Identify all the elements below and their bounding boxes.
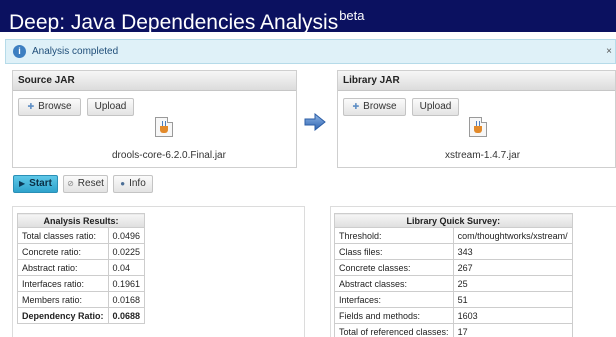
analysis-results-section: Analysis Results: Total classes ratio: 0.… — [12, 206, 305, 337]
info-icon: i — [13, 45, 26, 58]
start-button[interactable]: ▶ Start — [13, 175, 58, 193]
beta-badge: beta — [339, 8, 365, 23]
info-button[interactable]: ● Info — [113, 175, 153, 193]
library-file-name: xstream-1.4.7.jar — [445, 150, 521, 161]
source-panel-title: Source JAR — [13, 71, 296, 91]
library-upload-label: Upload — [419, 101, 452, 112]
library-panel-title: Library JAR — [338, 71, 615, 91]
status-notice: i Analysis completed × — [5, 39, 616, 64]
library-survey-table: Library Quick Survey: Threshold: com/thou… — [334, 213, 573, 337]
java-jar-file-icon — [155, 117, 173, 137]
reset-button[interactable]: ⊘ Reset — [63, 175, 108, 193]
source-upload-label: Upload — [94, 101, 127, 112]
table-row: Fields and methods: 1603 — [334, 307, 573, 324]
table-row: Members ratio: 0.0168 — [17, 291, 146, 308]
info-label: Info — [129, 178, 146, 189]
table-row: Total classes ratio: 0.0496 — [17, 227, 146, 244]
start-label: Start — [29, 178, 52, 189]
library-jar-panel: Library JAR ✚ Browse Upload xstream-1.4.7… — [337, 70, 616, 168]
close-icon[interactable]: × — [606, 45, 612, 58]
table-row: Interfaces ratio: 0.1961 — [17, 275, 146, 292]
table-row: Abstract classes: 25 — [334, 275, 573, 292]
survey-title: Library Quick Survey: — [334, 213, 573, 228]
table-row: Class files: 343 — [334, 243, 573, 260]
table-row: Concrete classes: 267 — [334, 259, 573, 276]
info-icon: ● — [120, 179, 126, 188]
java-jar-file-icon — [469, 117, 487, 137]
source-browse-label: Browse — [38, 101, 72, 112]
library-upload-button[interactable]: Upload — [412, 98, 459, 116]
library-browse-button[interactable]: ✚ Browse — [343, 98, 406, 116]
reset-label: Reset — [77, 178, 104, 189]
library-browse-label: Browse — [363, 101, 397, 112]
table-row: Total of referenced classes: 17 — [334, 323, 573, 337]
reset-icon: ⊘ — [67, 179, 74, 188]
plus-icon: ✚ — [352, 102, 360, 111]
table-row: Threshold: com/thoughtworks/xstream/ — [334, 227, 573, 244]
source-jar-panel: Source JAR ✚ Browse Upload drools-core-6.… — [12, 70, 297, 168]
source-browse-button[interactable]: ✚ Browse — [18, 98, 81, 116]
app-header: Deep: Java Dependencies Analysisbeta — [0, 0, 616, 34]
plus-icon: ✚ — [27, 102, 35, 111]
page-title: Deep: Java Dependencies Analysisbeta — [9, 3, 365, 36]
table-row: Abstract ratio: 0.04 — [17, 259, 146, 276]
table-row: Interfaces: 51 — [334, 291, 573, 308]
analysis-results-table: Analysis Results: Total classes ratio: 0.… — [16, 213, 146, 324]
title-text: Deep: Java Dependencies Analysis — [9, 11, 339, 34]
play-icon: ▶ — [19, 179, 26, 188]
source-file-name: drools-core-6.2.0.Final.jar — [112, 150, 226, 161]
status-message: Analysis completed — [32, 46, 119, 57]
arrow-right-icon — [304, 113, 326, 131]
library-survey-section: Library Quick Survey: Threshold: com/thou… — [330, 206, 616, 337]
results-title: Analysis Results: — [16, 213, 146, 228]
table-row: Concrete ratio: 0.0225 — [17, 243, 146, 260]
table-row: Dependency Ratio: 0.0688 — [17, 307, 146, 324]
source-upload-button[interactable]: Upload — [87, 98, 134, 116]
